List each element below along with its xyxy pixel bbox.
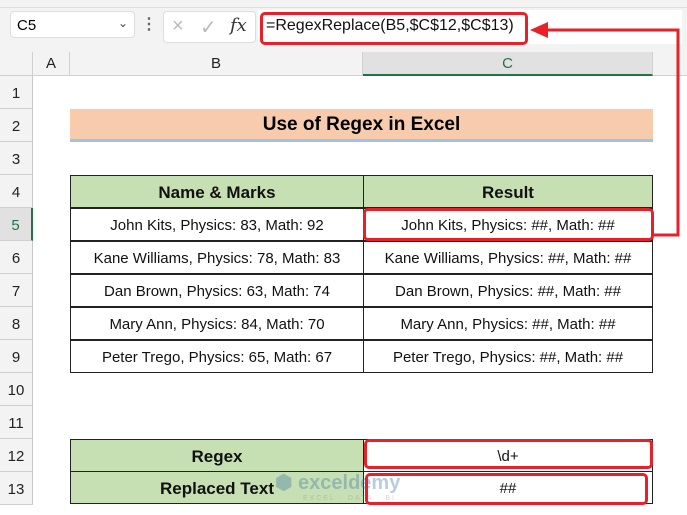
arrow-head-icon — [530, 22, 548, 38]
arrow-line — [545, 28, 680, 237]
arrow-annotation — [530, 22, 680, 237]
